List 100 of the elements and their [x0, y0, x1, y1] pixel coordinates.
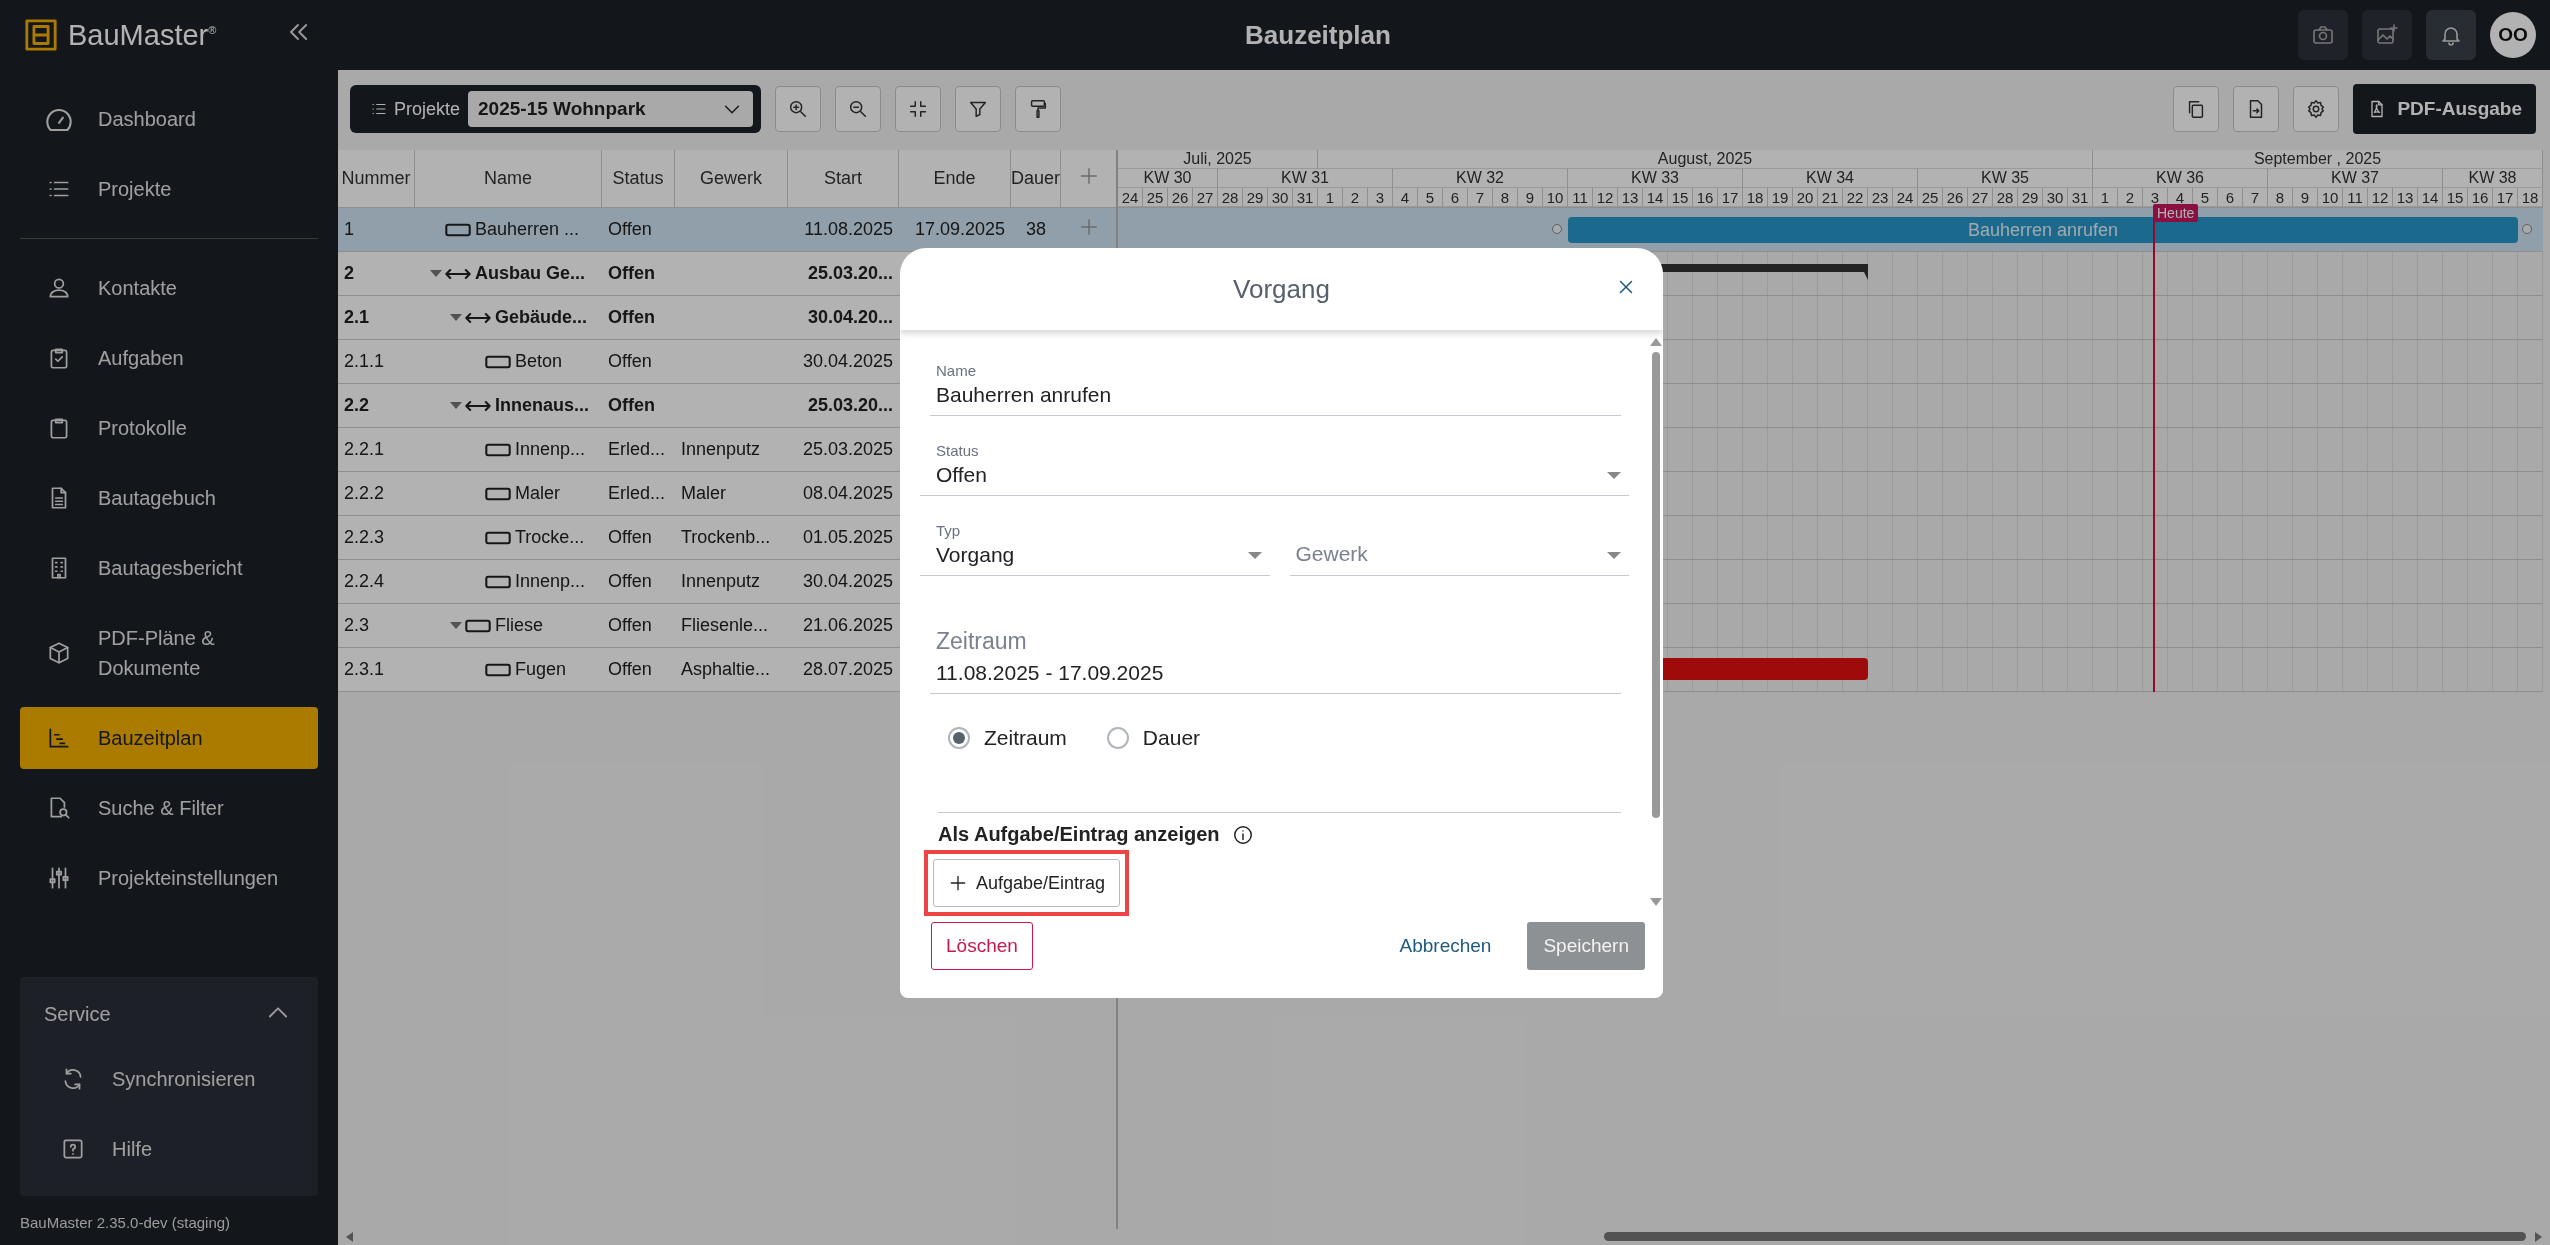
- name-cell: Bauherren ...: [475, 219, 580, 240]
- status-cell: Offen: [608, 351, 652, 372]
- day-label: 12: [1596, 188, 1614, 206]
- day-label: 5: [2200, 188, 2210, 206]
- dialog-title: Vorgang: [1233, 273, 1330, 305]
- day-label: 27: [1196, 188, 1214, 206]
- version-label: BauMaster 2.35.0-dev (staging): [20, 1213, 232, 1233]
- day-label: 23: [1871, 188, 1889, 206]
- name-cell: Maler: [515, 483, 560, 504]
- day-label: 3: [2150, 188, 2160, 206]
- trade-cell: Fliesenle...: [681, 615, 769, 636]
- name-cell: Gebäude...: [495, 307, 588, 328]
- day-label: 9: [2300, 188, 2310, 206]
- day-label: 7: [2250, 188, 2260, 206]
- status-cell: Erled...: [608, 483, 666, 504]
- status-cell: Offen: [608, 263, 655, 284]
- day-label: 10: [1546, 188, 1564, 206]
- number-cell: 2.2.1: [344, 439, 385, 460]
- section-heading: Als Aufgabe/Eintrag anzeigen: [938, 823, 1220, 846]
- day-label: 11: [1572, 188, 1588, 206]
- week-label: KW 34: [1806, 169, 1854, 187]
- name-cell: Ausbau Ge...: [475, 263, 586, 284]
- week-label: KW 36: [2156, 169, 2204, 187]
- day-label: 22: [1846, 188, 1864, 206]
- week-label: KW 37: [2331, 169, 2379, 187]
- week-label: KW 30: [1143, 169, 1192, 187]
- number-cell: 2.1: [344, 307, 370, 328]
- duration-cell: 38: [1026, 219, 1046, 240]
- name-cell: Innenaus...: [495, 395, 590, 416]
- day-label: 9: [1525, 188, 1535, 206]
- trade-cell: Innenputz: [681, 439, 761, 460]
- status-cell: Offen: [608, 659, 652, 680]
- status-cell: Offen: [608, 615, 652, 636]
- app-logo: BauMaster$^{®}$: [68, 18, 217, 52]
- day-label: 29: [2021, 188, 2039, 206]
- week-label: KW 31: [1281, 169, 1329, 187]
- number-cell: 2.2.3: [344, 527, 385, 548]
- day-label: 16: [2471, 188, 2489, 206]
- start-cell: 11.08.2025: [804, 219, 893, 240]
- start-cell: 30.04.2025: [802, 571, 893, 592]
- day-label: 10: [2321, 188, 2339, 206]
- status-cell: Offen: [608, 571, 652, 592]
- status-cell: Erled...: [608, 439, 666, 460]
- start-cell: 01.05.2025: [802, 527, 893, 548]
- projects-label: Projekte: [370, 98, 461, 120]
- day-label: 2: [2125, 188, 2135, 206]
- month-label: Juli, 2025: [1183, 150, 1252, 168]
- day-label: 24: [1896, 188, 1914, 206]
- day-label: 29: [1246, 188, 1264, 206]
- status-cell: Offen: [608, 307, 655, 328]
- start-cell: 21.06.2025: [802, 615, 893, 636]
- day-label: 15: [1671, 188, 1689, 206]
- trade-cell: Maler: [681, 483, 726, 504]
- day-label: 28: [1996, 188, 2014, 206]
- day-label: 8: [1500, 188, 1510, 206]
- day-label: 3: [1375, 188, 1385, 206]
- day-label: 6: [2225, 188, 2235, 206]
- day-label: 31: [2071, 188, 2089, 206]
- month-label: September , 2025: [2253, 150, 2382, 168]
- name-cell: Beton: [515, 351, 563, 372]
- start-cell: 28.07.2025: [802, 659, 893, 680]
- name-cell: Innenp...: [515, 571, 586, 592]
- day-label: 18: [1746, 188, 1764, 206]
- status-cell: Offen: [608, 527, 652, 548]
- number-cell: 2.3.1: [344, 659, 385, 680]
- number-cell: 2: [344, 263, 354, 284]
- day-label: 14: [2421, 188, 2439, 206]
- week-label: KW 33: [1631, 169, 1679, 187]
- day-label: 6: [1450, 188, 1460, 206]
- day-label: 30: [2046, 188, 2064, 206]
- name-cell: Innenp...: [515, 439, 586, 460]
- number-cell: 1: [344, 219, 354, 240]
- day-label: 11: [2347, 188, 2363, 206]
- start-cell: 25.03.20...: [807, 263, 893, 284]
- day-label: 2: [1350, 188, 1360, 206]
- month-label: August, 2025: [1657, 150, 1753, 168]
- day-label: 13: [2396, 188, 2414, 206]
- number-cell: 2.1.1: [344, 351, 385, 372]
- day-label: 27: [1971, 188, 1989, 206]
- status-cell: Offen: [608, 219, 652, 240]
- number-cell: 2.2.2: [344, 483, 385, 504]
- day-label: 14: [1646, 188, 1664, 206]
- day-label: 28: [1221, 188, 1239, 206]
- day-label: 17: [1721, 188, 1739, 206]
- trade-cell: Asphaltie...: [681, 659, 771, 680]
- start-cell: 30.04.20...: [807, 307, 893, 328]
- start-cell: 08.04.2025: [802, 483, 893, 504]
- day-label: 12: [2371, 188, 2389, 206]
- week-label: KW 38: [2468, 169, 2517, 187]
- day-label: 4: [1400, 188, 1410, 206]
- day-label: 17: [2496, 188, 2514, 206]
- day-label: 5: [1425, 188, 1435, 206]
- number-cell: 2.3: [344, 615, 370, 636]
- trade-cell: Innenputz: [681, 571, 761, 592]
- day-label: 24: [1121, 188, 1139, 206]
- day-label: 16: [1696, 188, 1714, 206]
- end-cell: 17.09.2025: [914, 219, 1005, 240]
- today-marker: Heute: [2153, 204, 2199, 222]
- day-label: 1: [1325, 188, 1335, 206]
- day-label: 26: [1946, 188, 1964, 206]
